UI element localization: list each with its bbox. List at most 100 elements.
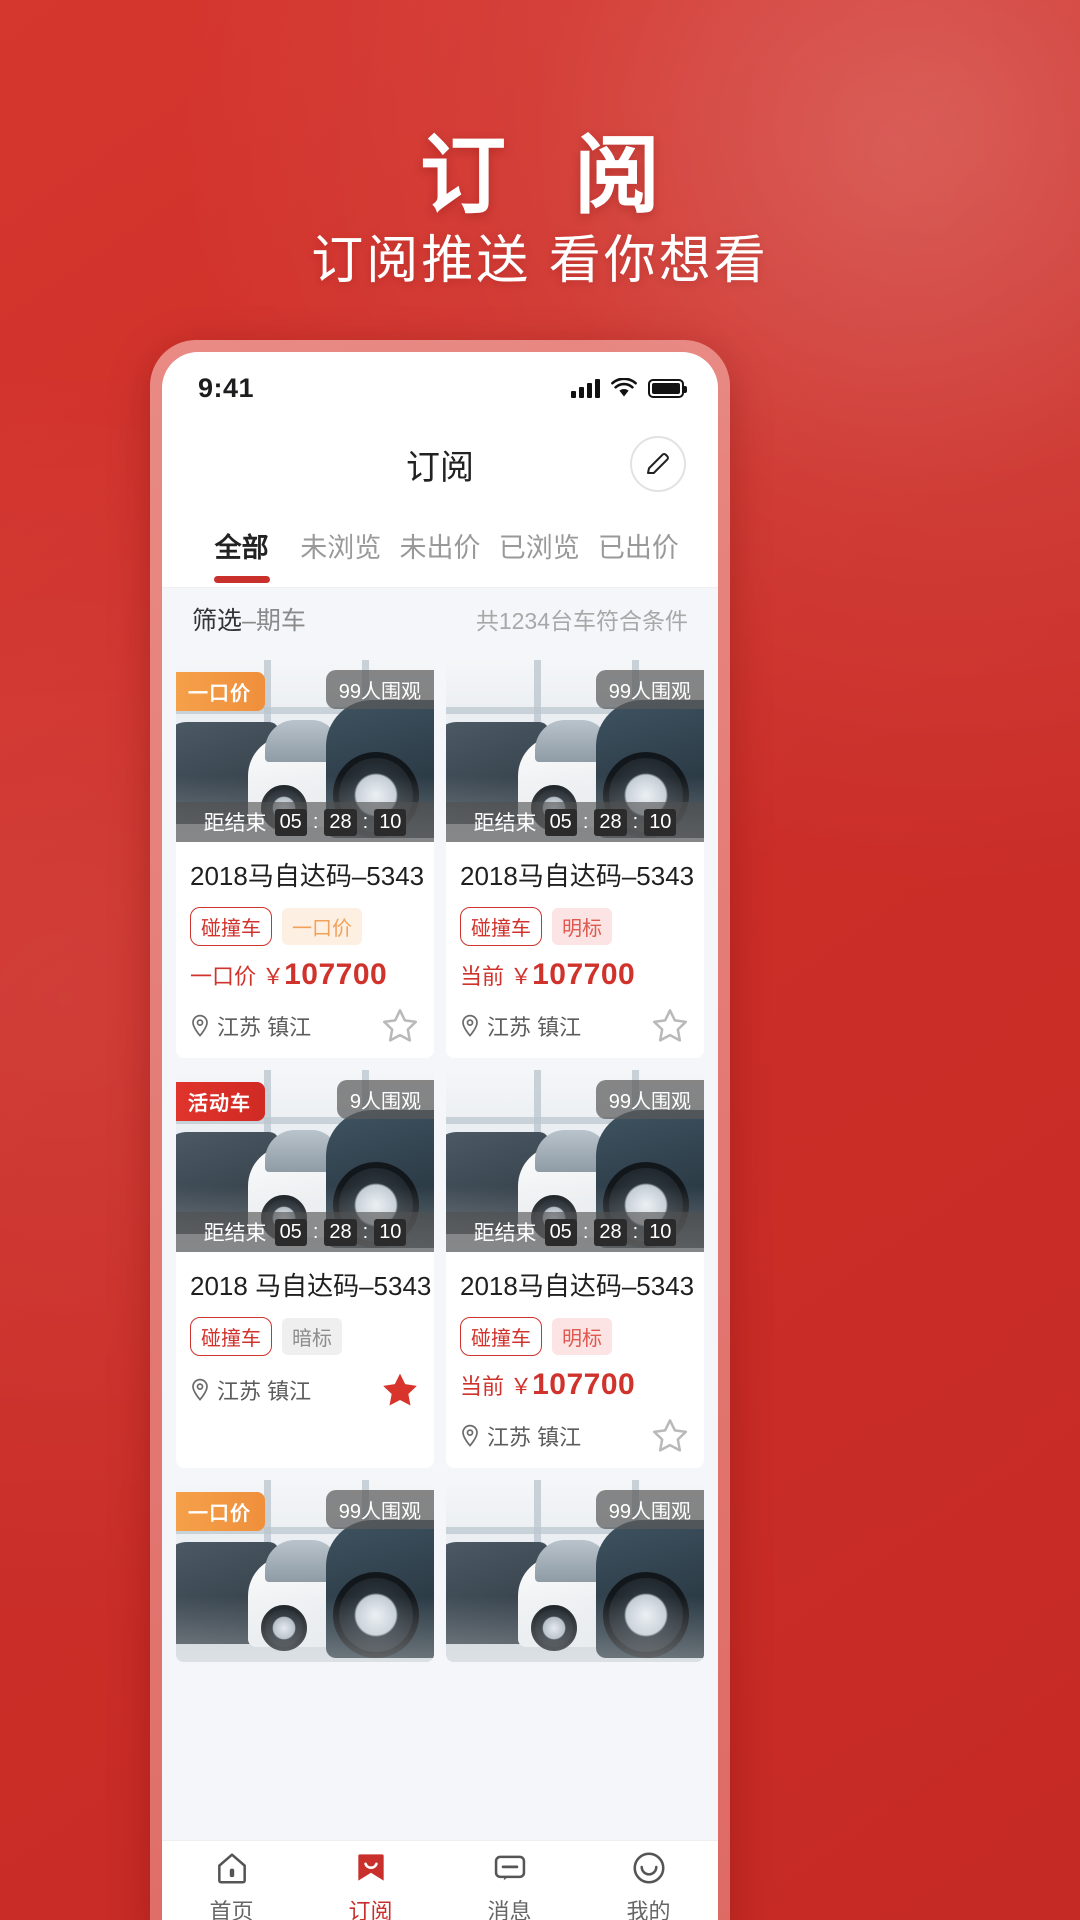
countdown-seconds: 10: [374, 1218, 407, 1246]
battery-full-icon: [648, 378, 687, 398]
wifi-icon: [611, 377, 637, 398]
location-text: 江苏 镇江: [217, 1015, 312, 1040]
pencil-edit-icon: [647, 453, 669, 474]
tag-row: 碰撞车 一口价: [190, 907, 420, 946]
nav-label: 消息: [487, 1899, 532, 1920]
price-amount: 107700: [532, 958, 636, 991]
countdown-minutes: 28: [594, 1218, 627, 1246]
location-pin-icon: [192, 1014, 208, 1037]
message-icon: [494, 1855, 525, 1881]
car-thumbnail[interactable]: 一口价 99人围观 距结束 05: 28: 10: [176, 660, 434, 842]
edit-button[interactable]: [630, 436, 686, 492]
car-name: 2018 马自达码–5343: [190, 1271, 432, 1301]
car-card[interactable]: 99人围观 距结束 05: 28: 10 2018马自达码–5343 碰撞车 明…: [446, 660, 704, 1058]
car-tag: 碰撞车: [460, 907, 542, 946]
car-name: 2018马自达码–5343: [460, 861, 695, 891]
countdown-minutes: 28: [324, 1218, 357, 1246]
countdown-minutes: 28: [324, 808, 357, 836]
filter-label[interactable]: 筛选–期车: [192, 601, 306, 637]
location-text: 江苏 镇江: [487, 1425, 582, 1450]
tab-all[interactable]: 全部: [192, 518, 291, 583]
countdown-seconds: 10: [374, 808, 407, 836]
car-thumbnail[interactable]: 99人围观 距结束 05: 28: 10: [446, 660, 704, 842]
car-card-body: 2018马自达码–5343 碰撞车 一口价 一口价 ￥107700 江苏 镇江: [176, 842, 434, 1058]
car-tag: 碰撞车: [460, 1317, 542, 1356]
car-card-grid: 一口价 99人围观 距结束 05: 28: 10 2018马自达码–5343 碰…: [162, 650, 718, 1840]
favorite-star-icon[interactable]: [650, 1006, 690, 1046]
price-label: 当前 ￥: [460, 964, 533, 989]
countdown-bar: 距结束 05: 28: 10: [176, 802, 434, 842]
tab-unviewed[interactable]: 未浏览: [291, 518, 390, 583]
nav-label: 我的: [626, 1899, 671, 1920]
location-text: 江苏 镇江: [217, 1379, 312, 1404]
location-pin-icon: [462, 1014, 478, 1037]
car-tag: 明标: [552, 1318, 612, 1355]
car-thumbnail[interactable]: 活动车 9人围观 距结束 05: 28: 10: [176, 1070, 434, 1252]
countdown-seconds: 10: [644, 1218, 677, 1246]
tab-bid[interactable]: 已出价: [589, 518, 688, 583]
phone-screen: 9:41 订阅 全部 未浏览 未出价 已浏览 已出价 筛选–期车 共1234台车…: [162, 352, 718, 1920]
status-time: 9:41: [198, 372, 255, 403]
poster-subtitle: 订阅推送 看你想看: [311, 232, 769, 290]
countdown-label: 距结束: [473, 812, 537, 835]
filter-tabs[interactable]: 全部 未浏览 未出价 已浏览 已出价: [162, 510, 718, 588]
status-icons: [571, 377, 687, 398]
car-card[interactable]: 99人围观: [446, 1480, 704, 1662]
location-text: 江苏 镇江: [487, 1015, 582, 1040]
countdown-label: 距结束: [203, 812, 267, 835]
car-tag: 暗标: [282, 1318, 342, 1355]
tab-no-bid[interactable]: 未出价: [390, 518, 489, 583]
price-label: 一口价 ￥: [190, 964, 285, 989]
tab-viewed[interactable]: 已浏览: [490, 518, 589, 583]
car-card[interactable]: 一口价 99人围观 距结束 05: 28: 10 2018马自达码–5343 碰…: [176, 660, 434, 1058]
app-header: 订阅: [162, 418, 718, 510]
nav-label: 订阅: [348, 1899, 393, 1920]
countdown-bar: 距结束 05: 28: 10: [446, 802, 704, 842]
car-thumbnail[interactable]: 一口价 99人围观: [176, 1480, 434, 1662]
favorite-star-icon-filled[interactable]: [380, 1370, 420, 1410]
countdown-label: 距结束: [203, 1222, 267, 1245]
favorite-star-icon[interactable]: [380, 1006, 420, 1046]
countdown-minutes: 28: [594, 808, 627, 836]
status-bar: 9:41: [162, 352, 718, 418]
card-meta-row: 江苏 镇江: [460, 1416, 690, 1456]
countdown-hours: 05: [274, 808, 307, 836]
bookmark-subscribe-icon: [357, 1854, 384, 1881]
price-label: 当前 ￥: [460, 1374, 533, 1399]
car-card[interactable]: 一口价 99人围观: [176, 1480, 434, 1662]
countdown-label: 距结束: [473, 1222, 537, 1245]
car-tag: 一口价: [282, 908, 362, 945]
nav-item-messages[interactable]: 消息: [440, 1849, 579, 1920]
bottom-navigation[interactable]: 首页 订阅 消息 我的: [162, 1840, 718, 1920]
car-card-body: 2018 马自达码–5343 碰撞车 暗标 江苏 镇江: [176, 1252, 434, 1422]
countdown-bar: 距结束 05: 28: 10: [176, 1212, 434, 1252]
viewers-badge: 99人围观: [325, 670, 434, 709]
car-thumbnail[interactable]: 99人围观: [446, 1480, 704, 1662]
car-card[interactable]: 活动车 9人围观 距结束 05: 28: 10 2018 马自达码–5343 碰…: [176, 1070, 434, 1468]
tag-row: 碰撞车 明标: [460, 907, 690, 946]
location-pin-icon: [462, 1424, 478, 1447]
location-pin-icon: [192, 1378, 208, 1401]
car-location: 江苏 镇江: [460, 1420, 581, 1452]
corner-badge: 一口价: [176, 1492, 265, 1531]
card-meta-row: 江苏 镇江: [190, 1006, 420, 1046]
corner-badge: 一口价: [176, 672, 265, 711]
nav-item-home[interactable]: 首页: [162, 1849, 301, 1920]
nav-item-profile[interactable]: 我的: [579, 1849, 718, 1920]
card-meta-row: 江苏 镇江: [190, 1370, 420, 1410]
page-title: 订阅: [406, 448, 474, 487]
countdown-bar: 距结束 05: 28: 10: [446, 1212, 704, 1252]
car-card[interactable]: 99人围观 距结束 05: 28: 10 2018马自达码–5343 碰撞车 明…: [446, 1070, 704, 1468]
car-card-body: 2018马自达码–5343 碰撞车 明标 当前 ￥107700 江苏 镇江: [446, 842, 704, 1058]
car-thumbnail[interactable]: 99人围观 距结束 05: 28: 10: [446, 1070, 704, 1252]
car-price: 当前 ￥107700: [460, 1368, 690, 1402]
nav-item-subscribe[interactable]: 订阅: [301, 1849, 440, 1920]
phone-mockup: 9:41 订阅 全部 未浏览 未出价 已浏览 已出价 筛选–期车 共1234台车…: [150, 340, 730, 1920]
car-name: 2018马自达码–5343: [460, 1271, 695, 1301]
car-card-body: 2018马自达码–5343 碰撞车 明标 当前 ￥107700 江苏 镇江: [446, 1252, 704, 1468]
car-location: 江苏 镇江: [190, 1374, 311, 1406]
nav-label: 首页: [209, 1899, 254, 1920]
favorite-star-icon[interactable]: [650, 1416, 690, 1456]
car-price: 当前 ￥107700: [460, 958, 690, 992]
filter-row[interactable]: 筛选–期车 共1234台车符合条件: [162, 588, 718, 650]
